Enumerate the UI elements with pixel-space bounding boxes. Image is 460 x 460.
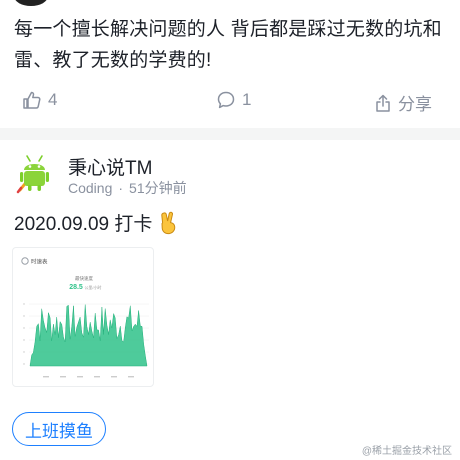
screenshot-stat-unit: 公里/小时 — [84, 284, 101, 290]
screenshot-x-axis — [43, 376, 134, 378]
author-name[interactable]: 秉心说TM — [68, 153, 152, 180]
post-card-2: 秉心说TM Coding · 51分钟前 2020.09.09 打卡 时速表 最… — [0, 140, 460, 460]
author-title: Coding — [68, 180, 113, 196]
x-tick-mark — [60, 376, 66, 378]
share-button[interactable]: 分享 — [374, 90, 432, 115]
y-tick-mark — [23, 351, 25, 353]
speed-chart-screenshot: 时速表 最快速度 28.5 公里/小时 — [21, 257, 149, 378]
post-text: 每一个擅长解决问题的人 背后都是踩过无数的坑和雷、教了无数的学费的! — [14, 19, 442, 71]
y-tick-mark — [23, 327, 25, 329]
y-tick-mark — [23, 339, 25, 341]
screenshot-header: 时速表 — [31, 258, 48, 266]
like-count: 4 — [48, 90, 58, 109]
x-tick-mark — [128, 376, 134, 378]
victory-hand-icon — [161, 211, 176, 234]
y-tick-mark — [23, 363, 25, 365]
x-tick-mark — [77, 376, 83, 378]
post-text: 2020.09.09 打卡 — [14, 209, 180, 236]
thumb-up-icon — [23, 91, 41, 109]
watermark: @稀土掘金技术社区 — [361, 446, 452, 457]
screenshot-stat-label: 最快速度 — [75, 275, 93, 282]
y-tick-mark — [23, 315, 25, 317]
comment-icon — [217, 91, 235, 109]
screenshot-speed-line — [29, 304, 148, 367]
meta-separator: · — [118, 180, 124, 196]
x-tick-mark — [43, 376, 49, 378]
x-tick-mark — [94, 376, 100, 378]
post-image[interactable]: 时速表 最快速度 28.5 公里/小时 — [12, 247, 154, 387]
share-label: 分享 — [398, 95, 432, 114]
topic-tag[interactable]: 上班摸鱼 — [12, 412, 106, 446]
post-text-content: 2020.09.09 打卡 — [14, 214, 153, 235]
y-tick-mark — [23, 303, 25, 305]
screenshot-stat-value: 28.5 — [69, 284, 83, 291]
comment-button[interactable]: 1 — [216, 90, 251, 110]
like-button[interactable]: 4 — [22, 90, 57, 110]
android-avatar-icon[interactable] — [12, 152, 56, 196]
share-icon — [376, 94, 390, 112]
avatar[interactable] — [14, 0, 48, 6]
post-card-1: 每一个擅长解决问题的人 背后都是踩过无数的坑和雷、教了无数的学费的! 4 1 分… — [0, 0, 460, 128]
x-tick-mark — [111, 376, 117, 378]
post-time: 51分钟前 — [129, 180, 187, 196]
action-bar: 4 1 分享 — [0, 90, 460, 118]
comment-count: 1 — [242, 90, 252, 109]
author-meta: Coding · 51分钟前 — [68, 178, 187, 198]
